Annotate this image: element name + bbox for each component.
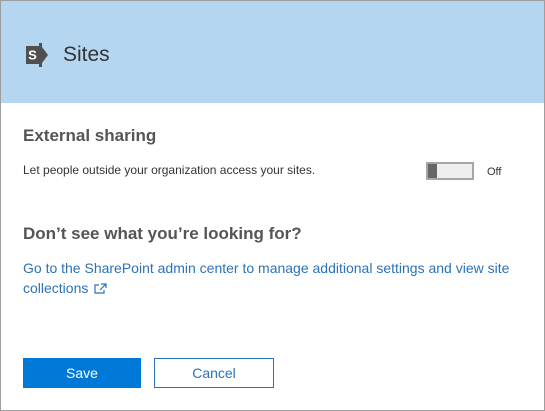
page-title: Sites xyxy=(63,43,110,66)
toggle-knob xyxy=(428,164,437,178)
cancel-button[interactable]: Cancel xyxy=(154,358,274,388)
sharepoint-icon: S xyxy=(26,43,48,67)
svg-text:S: S xyxy=(28,48,37,63)
save-button[interactable]: Save xyxy=(23,358,141,388)
toggle-state-label: Off xyxy=(487,166,502,178)
external-sharing-description: Let people outside your organization acc… xyxy=(23,163,316,177)
external-link-icon xyxy=(94,283,107,294)
external-sharing-toggle[interactable] xyxy=(426,162,474,180)
admin-center-link[interactable]: Go to the SharePoint admin center to man… xyxy=(23,258,513,298)
panel-header: S Sites xyxy=(1,1,544,103)
sites-settings-panel: S Sites External sharing Let people outs… xyxy=(0,0,545,411)
help-heading: Don’t see what you’re looking for? xyxy=(23,224,302,243)
external-sharing-heading: External sharing xyxy=(23,126,157,145)
